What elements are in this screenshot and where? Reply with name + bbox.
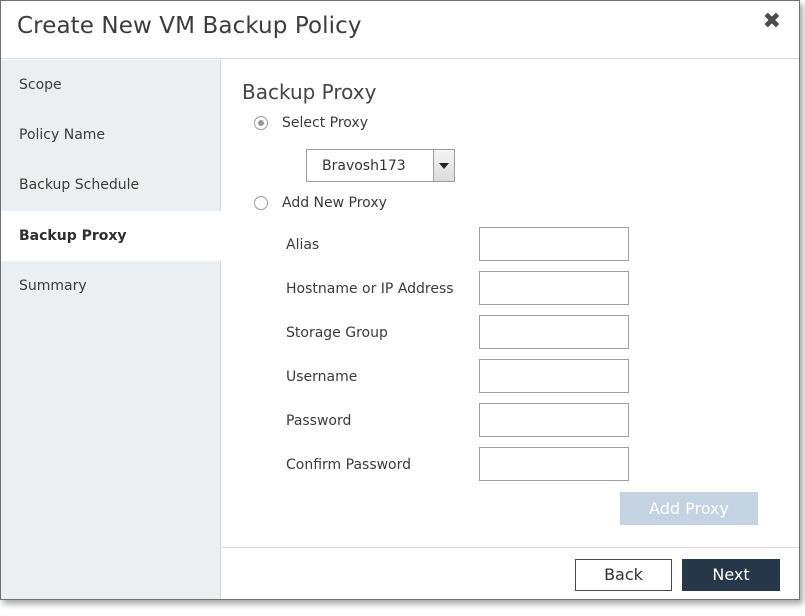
back-button[interactable]: Back <box>575 559 672 591</box>
sidebar-item-backup-schedule[interactable]: Backup Schedule <box>1 160 221 210</box>
proxy-dropdown[interactable]: Bravosh173 <box>306 149 455 182</box>
confirm-password-label: Confirm Password <box>286 457 412 473</box>
sidebar-item-summary[interactable]: Summary <box>1 261 221 311</box>
dialog-footer: Back Next <box>222 547 799 599</box>
add-new-proxy-radio[interactable] <box>254 196 268 210</box>
section-title: Backup Proxy <box>242 80 377 104</box>
add-proxy-button[interactable]: Add Proxy <box>620 492 758 525</box>
username-field[interactable] <box>479 359 629 393</box>
wizard-sidebar: Scope Policy Name Backup Schedule Backup… <box>1 60 222 599</box>
password-label: Password <box>286 413 352 429</box>
storage-group-label: Storage Group <box>286 325 388 341</box>
sidebar-item-policy-name[interactable]: Policy Name <box>1 110 221 160</box>
add-new-proxy-option[interactable]: Add New Proxy <box>254 193 387 213</box>
alias-field[interactable] <box>479 227 629 261</box>
sidebar-item-scope[interactable]: Scope <box>1 60 221 110</box>
confirm-password-field[interactable] <box>479 447 629 481</box>
dialog-title: Create New VM Backup Policy <box>17 13 362 39</box>
close-icon[interactable]: ✖ <box>763 11 781 33</box>
select-proxy-option[interactable]: Select Proxy <box>254 113 368 133</box>
add-new-proxy-label: Add New Proxy <box>282 195 387 211</box>
username-label: Username <box>286 369 358 385</box>
select-proxy-label: Select Proxy <box>282 115 368 131</box>
alias-label: Alias <box>286 237 320 253</box>
dialog-header: Create New VM Backup Policy ✖ <box>1 1 799 59</box>
hostname-field[interactable] <box>479 271 629 305</box>
chevron-down-icon <box>439 163 449 169</box>
main-content: Backup Proxy Select Proxy Bravosh173 Add… <box>222 60 799 547</box>
sidebar-item-backup-proxy[interactable]: Backup Proxy <box>1 211 222 261</box>
create-backup-policy-dialog: Create New VM Backup Policy ✖ Scope Poli… <box>0 0 800 600</box>
select-proxy-radio[interactable] <box>254 116 268 130</box>
proxy-dropdown-value: Bravosh173 <box>322 158 406 174</box>
dropdown-button[interactable] <box>433 150 454 181</box>
next-button[interactable]: Next <box>682 559 780 591</box>
hostname-label: Hostname or IP Address <box>286 281 454 297</box>
storage-group-field[interactable] <box>479 315 629 349</box>
password-field[interactable] <box>479 403 629 437</box>
